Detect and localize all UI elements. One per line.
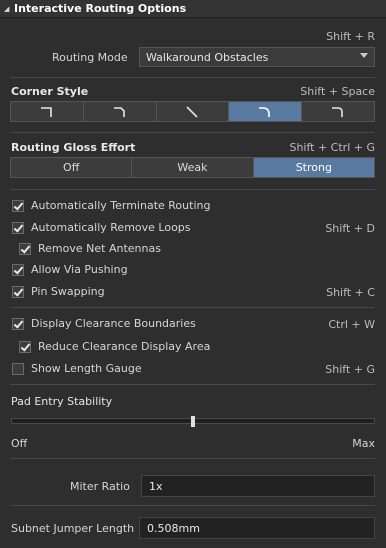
divider [10,77,375,78]
gloss-off-button[interactable]: Off [11,158,133,177]
checkbox[interactable] [12,285,24,298]
panel-header[interactable]: ◢ Interactive Routing Options [0,0,386,18]
corner-arc-button[interactable] [229,102,303,121]
divider [10,458,375,459]
routing-mode-shortcut: Shift + R [326,30,375,43]
checkbox[interactable] [19,242,31,255]
corner-style-shortcut: Shift + Space [300,85,375,98]
check-length-gauge[interactable]: Show Length Gauge [12,362,142,375]
checkbox[interactable] [19,340,31,353]
gloss-title: Routing Gloss Effort [11,141,136,154]
chevron-down-icon [360,53,368,58]
divider [10,132,375,133]
remove-loops-shortcut: Shift + D [325,222,375,235]
routing-mode-label: Routing Mode [52,51,128,64]
check-pin-swapping[interactable]: Pin Swapping [12,285,105,298]
checkbox[interactable] [12,221,24,234]
divider [10,505,375,506]
checkbox-label: Pin Swapping [31,285,105,298]
slider-min-label: Off [11,437,28,450]
collapse-triangle-icon[interactable]: ◢ [4,5,10,13]
corner-diagonal-button[interactable] [156,102,230,121]
divider [10,307,375,308]
miter-ratio-value: 1x [149,479,163,493]
corner-45-button[interactable] [83,102,157,121]
miter-ratio-label: Miter Ratio [70,480,130,493]
checkbox-label: Show Length Gauge [31,362,142,375]
checkbox-label: Remove Net Antennas [38,242,161,255]
gloss-segmented: Off Weak Strong [10,157,375,178]
subnet-jumper-label: Subnet Jumper Length [11,522,135,535]
checkbox-label: Reduce Clearance Display Area [38,340,211,353]
check-clearance-boundaries[interactable]: Display Clearance Boundaries [12,317,196,330]
check-auto-terminate[interactable]: Automatically Terminate Routing [12,199,210,212]
subnet-jumper-input[interactable]: 0.508mm [139,517,375,539]
routing-mode-value: Walkaround Obstacles [146,50,269,64]
corner-arc-small-icon [332,106,343,117]
pin-swapping-shortcut: Shift + C [326,286,375,299]
check-reduce-clearance[interactable]: Reduce Clearance Display Area [19,340,210,353]
slider-max-label: Max [352,437,375,450]
corner-style-segmented [10,101,375,122]
clearance-shortcut: Ctrl + W [328,318,375,331]
gloss-strong-button[interactable]: Strong [253,158,374,177]
checkbox[interactable] [12,317,24,330]
routing-mode-select[interactable]: Walkaround Obstacles [139,47,375,67]
checkbox-label: Allow Via Pushing [31,263,128,276]
corner-style-title: Corner Style [11,85,89,98]
corner-arc-small-button[interactable] [302,102,374,121]
check-remove-loops[interactable]: Automatically Remove Loops [12,221,191,234]
checkbox-label: Display Clearance Boundaries [31,317,196,330]
pad-entry-slider-thumb[interactable] [191,416,195,427]
panel-title: Interactive Routing Options [14,2,187,15]
checkbox-label: Automatically Remove Loops [31,221,191,234]
corner-90-icon [40,106,52,117]
gloss-weak-button[interactable]: Weak [132,158,254,177]
diagonal-line-icon [186,105,199,118]
checkbox[interactable] [12,263,24,276]
corner-45-small-icon [113,106,125,117]
length-gauge-shortcut: Shift + G [325,363,375,376]
corner-90-button[interactable] [11,102,84,121]
checkbox[interactable] [12,199,24,212]
check-via-pushing[interactable]: Allow Via Pushing [12,263,128,276]
divider [10,384,375,385]
subnet-jumper-value: 0.508mm [147,521,200,535]
divider [10,189,375,190]
miter-ratio-input[interactable]: 1x [141,475,375,497]
corner-arc-icon [259,106,271,117]
gloss-shortcut: Shift + Ctrl + G [289,141,375,154]
checkbox[interactable] [12,362,24,375]
pad-entry-title: Pad Entry Stability [11,395,113,408]
check-remove-antennas[interactable]: Remove Net Antennas [19,242,161,255]
checkbox-label: Automatically Terminate Routing [31,199,211,212]
